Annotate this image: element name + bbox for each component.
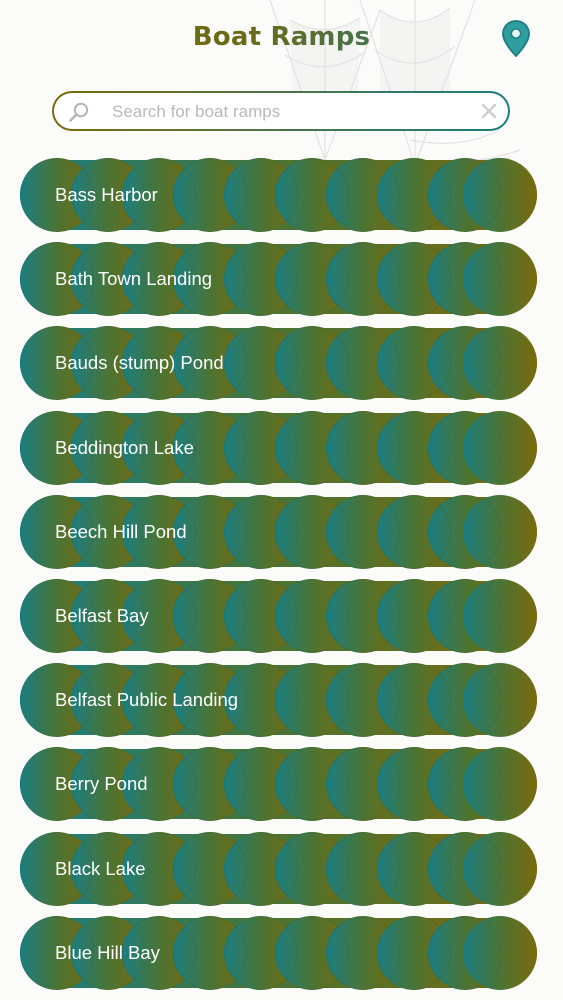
list-item[interactable]: Bath Town Landing bbox=[20, 242, 537, 317]
list-item-label: Beddington Lake bbox=[55, 436, 194, 458]
page-title: Boat Ramps bbox=[0, 22, 563, 52]
list-item-label: Blue Hill Bay bbox=[55, 941, 160, 963]
location-button[interactable] bbox=[497, 18, 535, 60]
header: Boat Ramps bbox=[0, 0, 563, 80]
list-item-label: Belfast Public Landing bbox=[55, 689, 239, 711]
list-item[interactable]: Bauds (stump) Pond bbox=[20, 326, 537, 401]
list-item[interactable]: Black Lake bbox=[20, 831, 537, 906]
list-item-label: Bass Harbor bbox=[55, 184, 158, 205]
list-item-label: Bath Town Landing bbox=[55, 268, 213, 290]
list-item[interactable]: Belfast Bay bbox=[20, 578, 537, 653]
map-pin-icon bbox=[502, 20, 530, 58]
list-item[interactable]: Beech Hill Pond bbox=[20, 494, 537, 569]
list-item-label: Berry Pond bbox=[55, 773, 148, 795]
search-icon bbox=[69, 102, 89, 122]
list-item[interactable]: Beddington Lake bbox=[20, 410, 537, 485]
close-icon[interactable] bbox=[480, 102, 498, 120]
list-item-label: Beech Hill Pond bbox=[55, 520, 187, 542]
boat-ramp-list: Bass Harbor Bath Town Landing Bauds (stu… bbox=[20, 158, 537, 1000]
list-item[interactable]: Bass Harbor bbox=[20, 158, 537, 232]
list-item[interactable]: Blue Hill Bay bbox=[20, 915, 537, 990]
search-input[interactable] bbox=[110, 98, 474, 126]
list-item[interactable]: Berry Pond bbox=[20, 747, 537, 822]
search-bar bbox=[52, 91, 510, 131]
list-item-label: Belfast Bay bbox=[55, 604, 149, 626]
list-item-label: Black Lake bbox=[55, 857, 146, 879]
list-item[interactable]: Belfast Public Landing bbox=[20, 663, 537, 738]
list-item-label: Bauds (stump) Pond bbox=[55, 352, 224, 374]
